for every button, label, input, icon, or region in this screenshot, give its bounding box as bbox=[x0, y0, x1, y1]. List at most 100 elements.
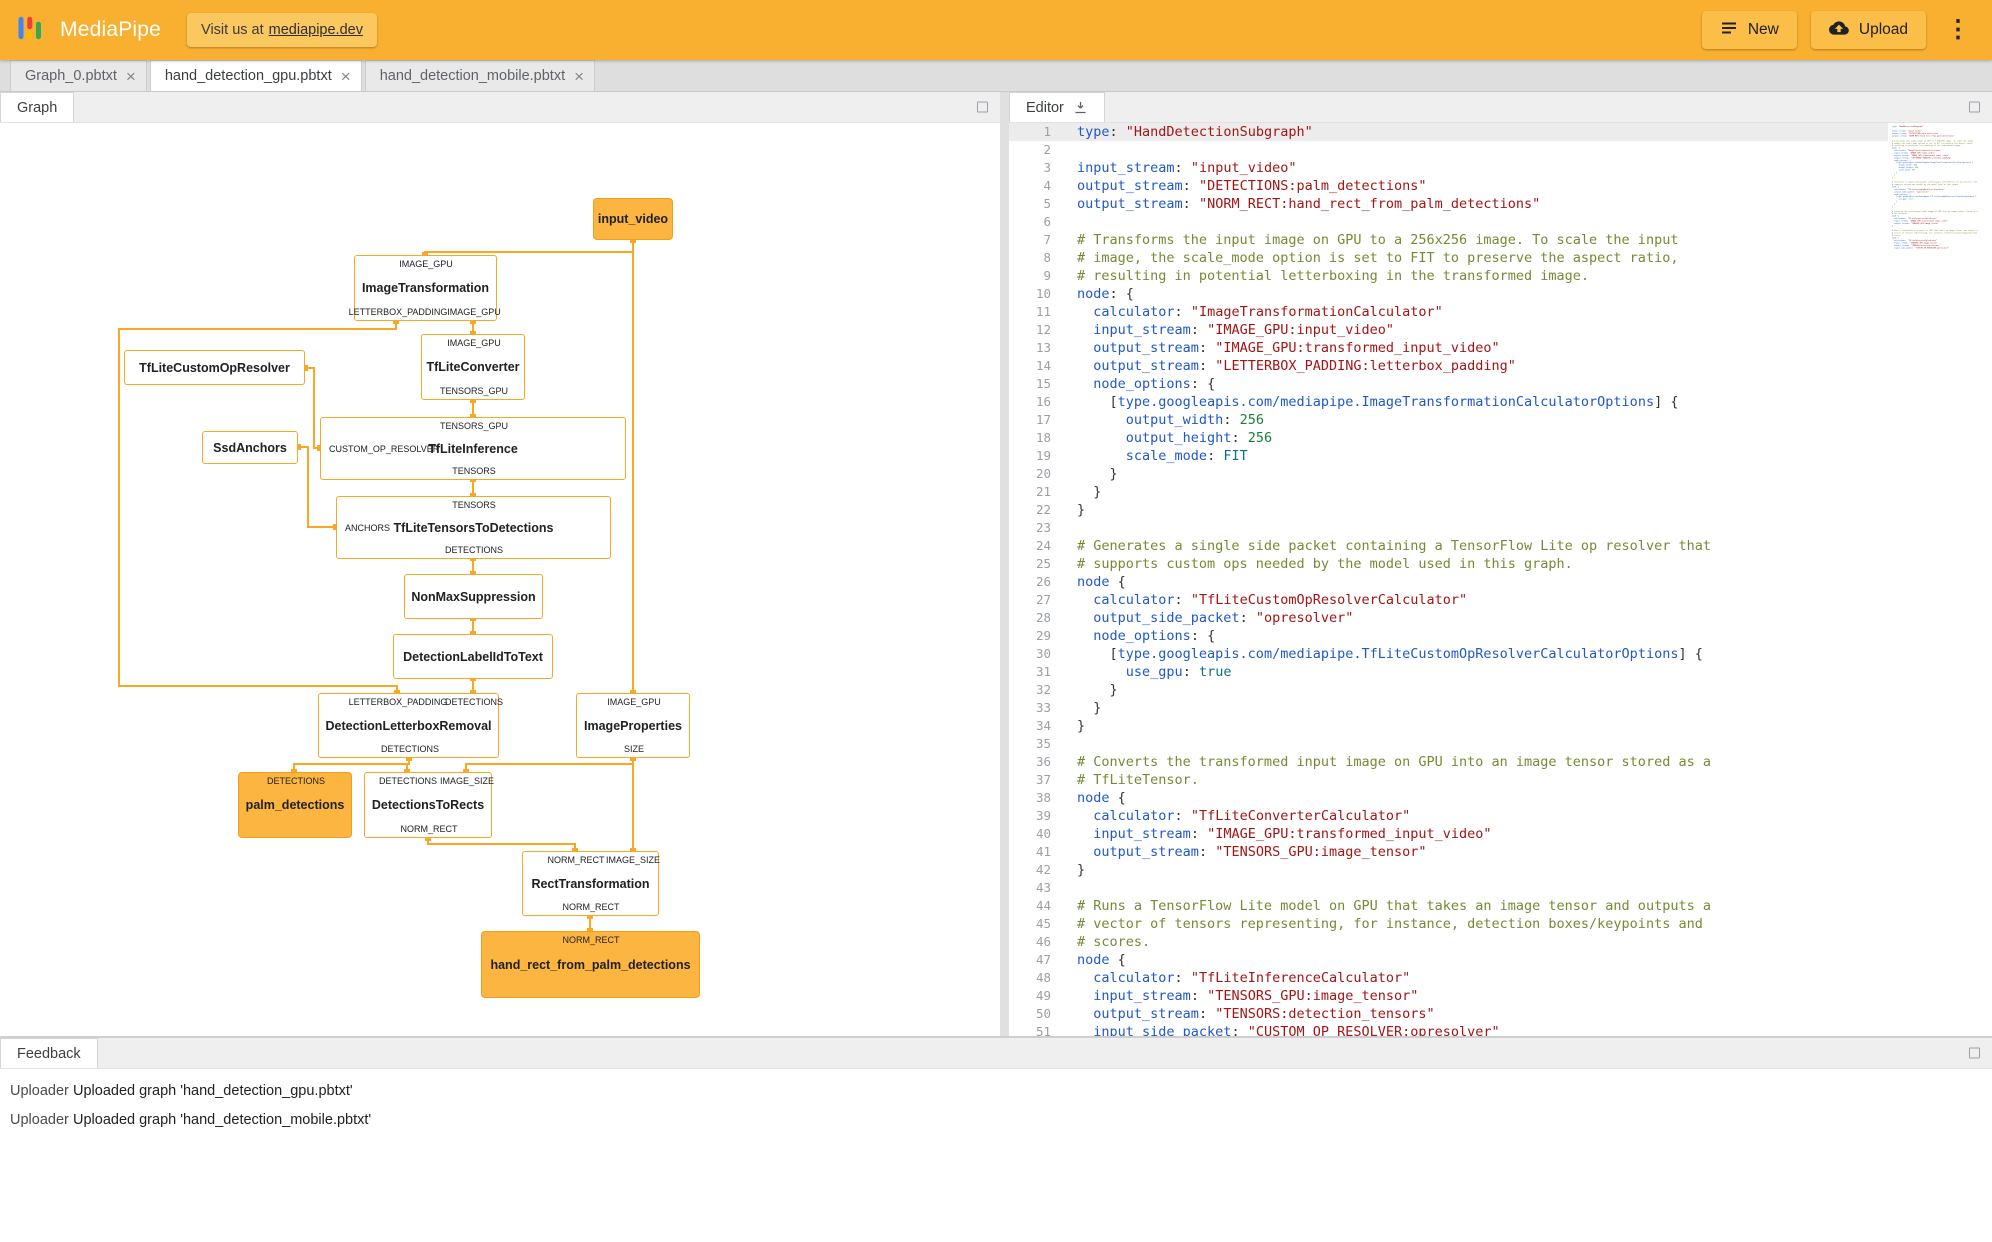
line-number: 10 bbox=[1035, 286, 1051, 301]
code-line[interactable]: 40 input_stream: "IMAGE_GPU:transformed_… bbox=[1009, 825, 1888, 843]
code-line[interactable]: 10 node: { bbox=[1009, 285, 1888, 303]
code-line[interactable]: 41 output_stream: "TENSORS_GPU:image_ten… bbox=[1009, 843, 1888, 861]
file-tab[interactable]: hand_detection_gpu.pbtxt × bbox=[149, 60, 362, 91]
editor-popout-icon[interactable] bbox=[1969, 101, 1980, 113]
graph-node-palm_detections[interactable]: palm_detections DETECTIONS bbox=[238, 772, 352, 838]
line-number: 13 bbox=[1035, 340, 1051, 355]
code-line[interactable]: 32 } bbox=[1009, 681, 1888, 699]
close-icon[interactable]: × bbox=[341, 68, 351, 85]
graph-node-tflite_converter[interactable]: TfLiteConverter IMAGE_GPU TENSORS_GPU bbox=[421, 334, 525, 400]
code-line[interactable]: 39 calculator: "TfLiteConverterCalculato… bbox=[1009, 807, 1888, 825]
file-tab[interactable]: hand_detection_mobile.pbtxt × bbox=[364, 60, 596, 91]
code-line[interactable]: 25 # supports custom ops needed by the mo… bbox=[1009, 555, 1888, 573]
graph-node-detections_to_rects[interactable]: DetectionsToRects DETECTIONS IMAGE_SIZE NOR… bbox=[364, 772, 494, 838]
code-line[interactable]: 23 bbox=[1009, 519, 1888, 537]
code-line[interactable]: 45 # vector of tensors representing, for … bbox=[1009, 915, 1888, 933]
minimap-line: input_side_packet: "CUSTOM_OP_RESOLVER:o… bbox=[1894, 246, 1950, 249]
tab-editor[interactable]: Editor bbox=[1009, 92, 1105, 122]
kebab-menu-icon[interactable]: ⋮ bbox=[1940, 18, 1976, 42]
code-line[interactable]: 46 # scores. bbox=[1009, 933, 1888, 951]
code-text: # resulting in potential letterboxing in… bbox=[1077, 268, 1590, 284]
code-line[interactable]: 8 # image, the scale_mode option is set t… bbox=[1009, 249, 1888, 267]
code-text: input_side_packet: "CUSTOM_OP_RESOLVER:o… bbox=[1093, 1024, 1500, 1036]
graph-node-image_transformation[interactable]: ImageTransformation IMAGE_GPU LETTERBOX_PA… bbox=[349, 255, 501, 321]
code-line[interactable]: 42} bbox=[1009, 861, 1888, 879]
code-line[interactable]: 19 scale_mode: FIT bbox=[1009, 447, 1888, 465]
code-line[interactable]: 21 } bbox=[1009, 483, 1888, 501]
code-line[interactable]: 35 bbox=[1009, 735, 1888, 753]
code-line[interactable]: 26 node { bbox=[1009, 573, 1888, 591]
code-line[interactable]: 50 output_stream: "TENSORS:detection_ten… bbox=[1009, 1005, 1888, 1023]
feedback-popout-icon[interactable] bbox=[1969, 1047, 1980, 1059]
code-line[interactable]: 6 bbox=[1009, 213, 1888, 231]
graph-node-tflite_custom_op_resolver[interactable]: TfLiteCustomOpResolver bbox=[124, 350, 305, 385]
graph-node-non_max_suppression[interactable]: NonMaxSuppression bbox=[404, 574, 543, 619]
code-line[interactable]: 51 input_side_packet: "CUSTOM_OP_RESOLVE… bbox=[1009, 1023, 1888, 1036]
code-line[interactable]: 12 input_stream: "IMAGE_GPU:input_video" bbox=[1009, 321, 1888, 339]
code-editor[interactable]: 1 type: "HandDetectionSubgraph" 2 3 input_st… bbox=[1009, 123, 1992, 1036]
code-line[interactable]: 27 calculator: "TfLiteCustomOpResolverCa… bbox=[1009, 591, 1888, 609]
code-line[interactable]: 29 node_options: { bbox=[1009, 627, 1888, 645]
code-text: type: "HandDetectionSubgraph" bbox=[1077, 124, 1313, 140]
line-number: 46 bbox=[1035, 934, 1051, 949]
code-line[interactable]: 7 # Transforms the input image on GPU to … bbox=[1009, 231, 1888, 249]
close-icon[interactable]: × bbox=[126, 68, 136, 85]
editor-panel: Editor 1 type: "HandDetectionSubgraph" 2 3 i… bbox=[1009, 92, 1992, 1036]
code-line[interactable]: 17 output_width: 256 bbox=[1009, 411, 1888, 429]
code-area[interactable]: 1 type: "HandDetectionSubgraph" 2 3 input_st… bbox=[1009, 123, 1888, 1036]
visit-link-chip[interactable]: Visit us at mediapipe.dev bbox=[187, 13, 377, 47]
code-line[interactable]: 38 node { bbox=[1009, 789, 1888, 807]
code-line[interactable]: 9 # resulting in potential letterboxing i… bbox=[1009, 267, 1888, 285]
line-number: 42 bbox=[1035, 862, 1051, 877]
code-line[interactable]: 16 [type.googleapis.com/mediapipe.ImageT… bbox=[1009, 393, 1888, 411]
graph-node-tflite_inference[interactable]: TfLiteInference TENSORS_GPU TENSORS CUSTOM_… bbox=[320, 417, 626, 480]
code-line[interactable]: 48 calculator: "TfLiteInferenceCalculato… bbox=[1009, 969, 1888, 987]
code-line[interactable]: 47 node { bbox=[1009, 951, 1888, 969]
code-line[interactable]: 2 bbox=[1009, 141, 1888, 159]
code-line[interactable]: 13 output_stream: "IMAGE_GPU:transformed… bbox=[1009, 339, 1888, 357]
upload-button[interactable]: Upload bbox=[1810, 11, 1926, 49]
graph-popout-icon[interactable] bbox=[977, 101, 988, 113]
code-line[interactable]: 33 } bbox=[1009, 699, 1888, 717]
graph-node-image_properties[interactable]: ImageProperties IMAGE_GPU SIZE bbox=[576, 693, 690, 758]
code-line[interactable]: 15 node_options: { bbox=[1009, 375, 1888, 393]
code-line[interactable]: 24 # Generates a single side packet conta… bbox=[1009, 537, 1888, 555]
graph-node-ssd_anchors[interactable]: SsdAnchors bbox=[202, 431, 298, 464]
code-text: # vector of tensors representing, for in… bbox=[1077, 916, 1703, 932]
mediapipe-dev-link[interactable]: mediapipe.dev bbox=[269, 22, 363, 38]
new-button[interactable]: New bbox=[1701, 11, 1797, 49]
code-line[interactable]: 11 calculator: "ImageTransformationCalcu… bbox=[1009, 303, 1888, 321]
code-line[interactable]: 30 [type.googleapis.com/mediapipe.TfLite… bbox=[1009, 645, 1888, 663]
download-icon[interactable] bbox=[1073, 100, 1088, 115]
code-line[interactable]: 34} bbox=[1009, 717, 1888, 735]
code-line[interactable]: 22} bbox=[1009, 501, 1888, 519]
graph-node-tflite_tensors_to_detections[interactable]: TfLiteTensorsToDetections TENSORS DETECTIO… bbox=[336, 496, 611, 559]
tab-feedback[interactable]: Feedback bbox=[0, 1038, 98, 1068]
minimap[interactable]: type: "HandDetectionSubgraph" input_strea… bbox=[1892, 125, 1988, 1036]
code-line[interactable]: 4 output_stream: "DETECTIONS:palm_detecti… bbox=[1009, 177, 1888, 195]
code-text: input_stream: "IMAGE_GPU:input_video" bbox=[1093, 322, 1395, 338]
graph-node-rect_transformation[interactable]: RectTransformation NORM_RECT IMAGE_SIZE NOR… bbox=[522, 851, 660, 916]
code-line[interactable]: 5 output_stream: "NORM_RECT:hand_rect_fro… bbox=[1009, 195, 1888, 213]
graph-node-detection_label_id_to_text[interactable]: DetectionLabelIdToText bbox=[393, 634, 553, 679]
code-line[interactable]: 20 } bbox=[1009, 465, 1888, 483]
code-line[interactable]: 44 # Runs a TensorFlow Lite model on GPU … bbox=[1009, 897, 1888, 915]
graph-node-input_video[interactable]: input_video bbox=[593, 198, 673, 240]
close-icon[interactable]: × bbox=[574, 68, 584, 85]
graph-node-hand_rect_from_palm_detections[interactable]: hand_rect_from_palm_detections NORM_RECT bbox=[481, 931, 700, 998]
tab-graph[interactable]: Graph bbox=[0, 92, 75, 122]
code-line[interactable]: 28 output_side_packet: "opresolver" bbox=[1009, 609, 1888, 627]
file-tab[interactable]: Graph_0.pbtxt × bbox=[10, 60, 147, 91]
code-line[interactable]: 43 bbox=[1009, 879, 1888, 897]
code-line[interactable]: 36 # Converts the transformed input image… bbox=[1009, 753, 1888, 771]
graph-node-detection_letterbox_removal[interactable]: DetectionLetterboxRemoval LETTERBOX_PADDI… bbox=[318, 693, 503, 758]
code-line[interactable]: 49 input_stream: "TENSORS_GPU:image_tens… bbox=[1009, 987, 1888, 1005]
code-line[interactable]: 31 use_gpu: true bbox=[1009, 663, 1888, 681]
code-line[interactable]: 18 output_height: 256 bbox=[1009, 429, 1888, 447]
graph-canvas[interactable]: input_video ImageTransformation IMAGE_GPU L… bbox=[0, 123, 1000, 1036]
code-line[interactable]: 1 type: "HandDetectionSubgraph" bbox=[1009, 123, 1888, 141]
code-line[interactable]: 37 # TfLiteTensor. bbox=[1009, 771, 1888, 789]
code-line[interactable]: 3 input_stream: "input_video" bbox=[1009, 159, 1888, 177]
code-line[interactable]: 14 output_stream: "LETTERBOX_PADDING:let… bbox=[1009, 357, 1888, 375]
